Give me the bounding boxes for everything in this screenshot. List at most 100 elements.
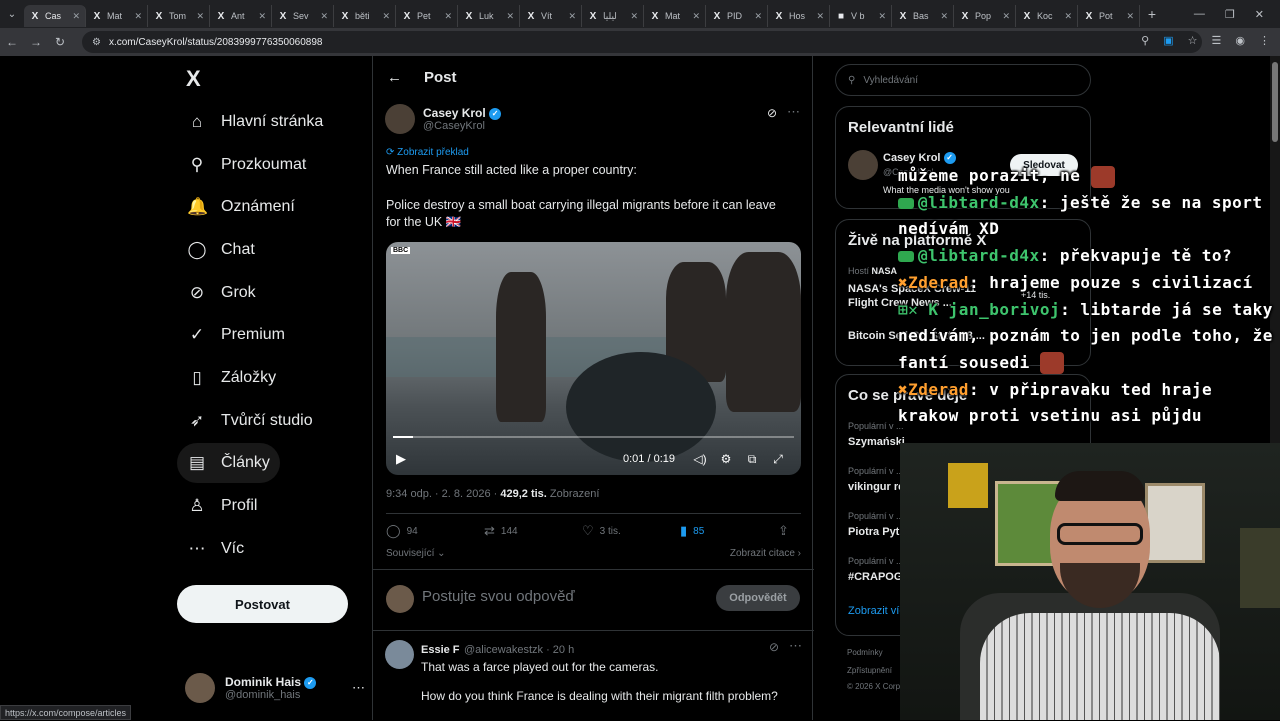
tab-close-icon[interactable]: ✕ <box>754 11 762 22</box>
author-avatar[interactable] <box>385 104 415 134</box>
browser-tab[interactable]: X Mat ✕ <box>86 5 148 27</box>
browser-tab[interactable]: X PID ✕ <box>706 5 768 27</box>
post-more-icon[interactable]: ⋯ <box>787 104 800 120</box>
search-input[interactable]: ⚲ Vyhledávání <box>835 64 1091 96</box>
tab-close-icon[interactable]: ✕ <box>1126 11 1134 22</box>
post-timestamp[interactable]: 9:34 odp. · 2. 8. 2026 · <box>386 488 497 500</box>
browser-tab[interactable]: X Vít ✕ <box>520 5 582 27</box>
author-name[interactable]: Casey Krol <box>423 106 486 120</box>
reload-button[interactable]: ↻ <box>48 35 72 49</box>
nav-item-záložky[interactable]: ▯ Záložky <box>177 358 286 398</box>
browser-tab[interactable]: ■ V b ✕ <box>830 5 892 27</box>
extension-icon[interactable]: ▣ <box>1163 34 1173 47</box>
nav-item-víc[interactable]: ⋯ Víc <box>177 529 254 569</box>
browser-tab[interactable]: X Sev ✕ <box>272 5 334 27</box>
show-more-link[interactable]: Zobrazit víc <box>848 605 905 617</box>
tab-close-icon[interactable]: ✕ <box>382 11 390 22</box>
bookmark-star-icon[interactable]: ☆ <box>1188 34 1198 47</box>
reply-action[interactable]: ◯ 94 <box>386 523 484 539</box>
translate-link[interactable]: ⟳ Zobrazit překlad <box>386 147 469 158</box>
nav-item-články[interactable]: ▤ Články <box>177 443 280 483</box>
quotes-link[interactable]: Zobrazit citace › <box>730 548 801 559</box>
zoom-icon[interactable]: ⚲ <box>1141 34 1149 47</box>
tab-close-icon[interactable]: ✕ <box>72 11 80 22</box>
related-tab[interactable]: Související ⌄ <box>386 548 446 559</box>
account-more-icon[interactable]: ⋯ <box>352 680 365 696</box>
nav-item-oznámení[interactable]: 🔔 Oznámení <box>177 187 305 227</box>
nav-item-tvůrčí-studio[interactable]: ➶ Tvůrčí studio <box>177 401 323 441</box>
video-player[interactable]: BBC ▶ 0:01 / 0:19 ◁) ⚙ ⧉ ⤢ <box>386 242 801 475</box>
reply-more-icon[interactable]: ⋯ <box>789 638 802 654</box>
tab-close-icon[interactable]: ✕ <box>506 11 514 22</box>
nav-item-premium[interactable]: ✓ Premium <box>177 315 295 355</box>
nav-item-profil[interactable]: ♙ Profil <box>177 486 267 526</box>
tab-close-icon[interactable]: ✕ <box>444 11 452 22</box>
browser-tab[interactable]: Xběti ✕ <box>334 5 396 27</box>
nav-item-chat[interactable]: ◯ Chat <box>177 230 265 270</box>
nav-item-hlavní-stránka[interactable]: ⌂ Hlavní stránka <box>177 102 333 142</box>
tab-close-icon[interactable]: ✕ <box>568 11 576 22</box>
reply-input[interactable]: Postujte svou odpověď <box>422 588 575 605</box>
grok-analyze-icon[interactable]: ⊘ <box>769 640 779 654</box>
browser-tab[interactable]: X Mat ✕ <box>644 5 706 27</box>
back-arrow-icon[interactable]: ← <box>387 69 402 86</box>
browser-tab[interactable]: X ليليا ✕ <box>582 5 644 27</box>
tab-close-icon[interactable]: ✕ <box>134 11 142 22</box>
nav-item-grok[interactable]: ⊘ Grok <box>177 273 266 313</box>
browser-menu-icon[interactable]: ⋮ <box>1259 34 1270 47</box>
browser-tab[interactable]: X Tom ✕ <box>148 5 210 27</box>
volume-icon[interactable]: ◁) <box>687 452 713 466</box>
tab-close-icon[interactable]: ✕ <box>320 11 328 22</box>
browser-tab[interactable]: X Pop ✕ <box>954 5 1016 27</box>
back-button[interactable]: ← <box>0 35 24 49</box>
reply-avatar[interactable] <box>385 640 414 669</box>
tab-close-icon[interactable]: ✕ <box>940 11 948 22</box>
tab-close-icon[interactable]: ✕ <box>816 11 824 22</box>
repost-action[interactable]: ⇄ 144 <box>484 523 582 539</box>
footer-link[interactable]: Zpřístupnění <box>847 666 892 675</box>
profile-avatar-icon[interactable]: ◉ <box>1235 34 1245 47</box>
scrollbar-thumb[interactable] <box>1272 62 1278 142</box>
author-handle[interactable]: @CaseyKrol <box>423 120 501 132</box>
new-tab-button[interactable]: + <box>1140 6 1164 22</box>
browser-tab[interactable]: X Hos ✕ <box>768 5 830 27</box>
browser-tab[interactable]: X Pet ✕ <box>396 5 458 27</box>
browser-tab[interactable]: X Koc ✕ <box>1016 5 1078 27</box>
tab-close-icon[interactable]: ✕ <box>258 11 266 22</box>
reading-list-icon[interactable]: ☰ <box>1212 34 1222 47</box>
nav-item-prozkoumat[interactable]: ⚲ Prozkoumat <box>177 145 316 185</box>
tab-close-icon[interactable]: ✕ <box>692 11 700 22</box>
tab-search-button[interactable]: ⌄ <box>0 3 24 25</box>
site-info-icon[interactable]: ⚙ <box>92 37 101 48</box>
pip-icon[interactable]: ⧉ <box>739 452 765 467</box>
post-button[interactable]: Postovat <box>177 585 348 623</box>
tab-close-icon[interactable]: ✕ <box>1064 11 1072 22</box>
browser-tab[interactable]: X Luk ✕ <box>458 5 520 27</box>
tab-close-icon[interactable]: ✕ <box>196 11 204 22</box>
play-icon[interactable]: ▶ <box>396 451 406 467</box>
browser-tab[interactable]: X Cas ✕ <box>24 5 86 27</box>
footer-link[interactable]: Podmínky <box>847 648 883 657</box>
browser-tab[interactable]: X Ant ✕ <box>210 5 272 27</box>
minimize-button[interactable]: — <box>1194 8 1205 20</box>
tab-close-icon[interactable]: ✕ <box>630 11 638 22</box>
maximize-button[interactable]: ❐ <box>1225 8 1235 21</box>
reply-author-name[interactable]: Essie F <box>421 644 460 656</box>
x-logo[interactable]: X <box>186 66 201 92</box>
tab-close-icon[interactable]: ✕ <box>1002 11 1010 22</box>
like-action[interactable]: ♡ 3 tis. <box>582 523 680 539</box>
trend-title[interactable]: Szymański <box>848 436 905 448</box>
browser-tab[interactable]: X Pot ✕ <box>1078 5 1140 27</box>
video-progress-bar[interactable] <box>393 436 794 438</box>
tab-close-icon[interactable]: ✕ <box>878 11 886 22</box>
account-switcher[interactable]: Dominik Hais ✓ @dominik_hais ⋯ <box>185 668 365 708</box>
reply-button[interactable]: Odpovědět <box>716 585 800 611</box>
settings-icon[interactable]: ⚙ <box>713 452 739 466</box>
bookmark-action[interactable]: ▮ 85 <box>680 523 778 539</box>
url-field[interactable]: ⚙ x.com/CaseyKrol/status/208399977635006… <box>82 31 1202 53</box>
person-avatar[interactable] <box>848 150 878 180</box>
grok-analyze-icon[interactable]: ⊘ <box>767 106 777 120</box>
close-window-button[interactable]: ✕ <box>1255 8 1264 21</box>
forward-button[interactable]: → <box>24 35 48 49</box>
share-action[interactable]: ⇪ <box>778 523 789 539</box>
